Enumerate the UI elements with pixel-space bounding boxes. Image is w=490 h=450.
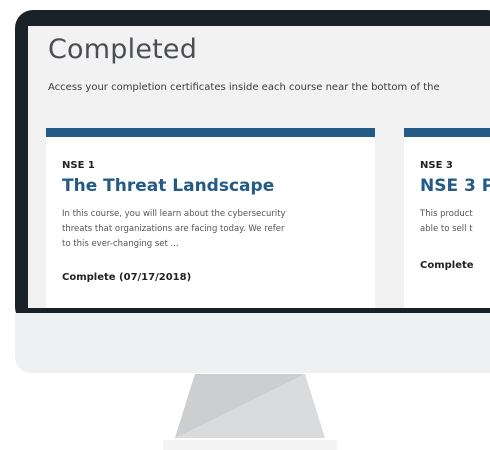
description-line: threats that organizations are facing to…: [62, 224, 285, 234]
course-title-link[interactable]: NSE 3 Products: [420, 176, 490, 196]
description-line: to this ever-changing set ...: [62, 239, 179, 249]
page-subtitle: Access your completion certificates insi…: [48, 82, 440, 93]
screen: Completed Access your completion certifi…: [28, 26, 490, 308]
completion-status: Complete: [420, 260, 474, 271]
course-card[interactable]: NSE 3 NSE 3 Products This product able t…: [404, 128, 490, 308]
course-description: In this course, you will learn about the…: [62, 207, 352, 252]
course-description: This product able to sell t: [420, 207, 490, 237]
course-code: NSE 3: [420, 160, 453, 171]
course-code: NSE 1: [62, 160, 95, 171]
completion-status: Complete (07/17/2018): [62, 272, 192, 283]
description-line: In this course, you will learn about the…: [62, 209, 286, 219]
monitor-chin: [15, 313, 490, 373]
course-card[interactable]: NSE 1 The Threat Landscape In this cours…: [46, 128, 375, 308]
description-line: able to sell t: [420, 224, 473, 234]
page-title: Completed: [48, 34, 198, 65]
monitor-stand: [163, 374, 337, 450]
description-line: This product: [420, 209, 473, 219]
course-title-link[interactable]: The Threat Landscape: [62, 176, 274, 196]
